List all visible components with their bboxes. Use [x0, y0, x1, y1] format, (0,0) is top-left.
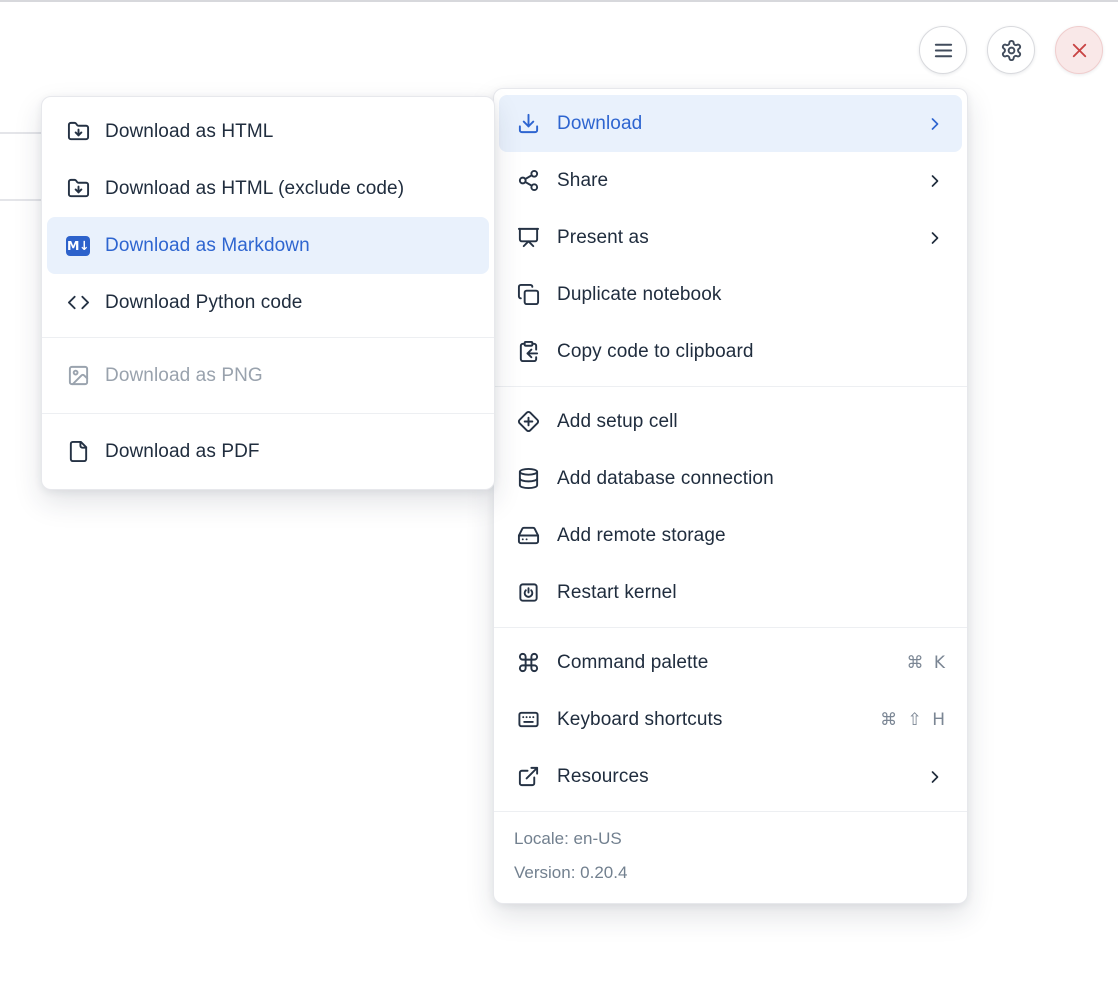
version-text: Version: 0.20.4	[514, 856, 947, 890]
menu-item-add-setup-cell[interactable]: Add setup cell	[499, 393, 962, 450]
markdown-icon: M↓	[66, 234, 90, 258]
folder-down-icon	[66, 120, 90, 144]
menu-item-download-as-html-exclude-code[interactable]: Download as HTML (exclude code)	[47, 160, 489, 217]
menu-button[interactable]	[919, 26, 967, 74]
menu-item-add-database-connection[interactable]: Add database connection	[499, 450, 962, 507]
menu-item-label: Present as	[557, 227, 649, 249]
menu-item-copy-code[interactable]: Copy code to clipboard	[499, 323, 962, 380]
share-icon	[516, 169, 540, 193]
menu-item-label: Add setup cell	[557, 411, 678, 433]
menu-item-duplicate-notebook[interactable]: Duplicate notebook	[499, 266, 962, 323]
menu-item-label: Resources	[557, 766, 649, 788]
menu-item-label: Copy code to clipboard	[557, 341, 754, 363]
menu-item-label: Add remote storage	[557, 525, 726, 547]
menu-item-keyboard-shortcuts[interactable]: Keyboard shortcuts ⌘ ⇧ H	[499, 691, 962, 748]
chevron-right-icon	[925, 767, 945, 787]
menu-item-label: Keyboard shortcuts	[557, 709, 723, 731]
menu-item-label: Add database connection	[557, 468, 774, 490]
keyboard-shortcut-hint: ⌘ ⇧ H	[880, 710, 945, 730]
clipboard-copy-icon	[516, 340, 540, 364]
markdown-badge: M↓	[66, 236, 90, 256]
menu-item-label: Download Python code	[105, 292, 302, 314]
menu-item-share[interactable]: Share	[499, 152, 962, 209]
gear-icon	[1000, 39, 1023, 62]
close-button[interactable]	[1055, 26, 1103, 74]
external-link-icon	[516, 765, 540, 789]
chevron-right-icon	[925, 228, 945, 248]
menu-item-download-python-code[interactable]: Download Python code	[47, 274, 489, 331]
menu-item-label: Download as HTML (exclude code)	[105, 178, 404, 200]
menu-item-command-palette[interactable]: Command palette ⌘ K	[499, 634, 962, 691]
close-icon	[1068, 39, 1091, 62]
image-icon	[66, 364, 90, 388]
file-icon	[66, 440, 90, 464]
keyboard-shortcut-hint: ⌘ K	[906, 653, 945, 673]
locale-text: Locale: en-US	[514, 822, 947, 856]
menu-item-label: Download as PDF	[105, 441, 260, 463]
menu-item-add-remote-storage[interactable]: Add remote storage	[499, 507, 962, 564]
page-top-border	[0, 0, 1118, 2]
folder-down-icon	[66, 177, 90, 201]
command-icon	[516, 651, 540, 675]
menu-item-download-as-pdf[interactable]: Download as PDF	[47, 423, 489, 480]
keyboard-icon	[516, 708, 540, 732]
menu-item-label: Download as PNG	[105, 365, 263, 387]
menu-item-resources[interactable]: Resources	[499, 748, 962, 805]
download-icon	[516, 112, 540, 136]
database-icon	[516, 467, 540, 491]
background-cell-border	[0, 132, 44, 134]
presentation-icon	[516, 226, 540, 250]
chevron-right-icon	[925, 171, 945, 191]
menu-footer: Locale: en-US Version: 0.20.4	[494, 811, 967, 903]
menu-item-download-as-markdown[interactable]: M↓ Download as Markdown	[47, 217, 489, 274]
hard-drive-icon	[516, 524, 540, 548]
download-submenu: Download as HTML Download as HTML (exclu…	[41, 96, 495, 490]
menu-item-label: Command palette	[557, 652, 708, 674]
background-cell-border	[0, 199, 44, 201]
menu-item-download-as-html[interactable]: Download as HTML	[47, 103, 489, 160]
duplicate-icon	[516, 283, 540, 307]
notebook-actions-menu: Download Share Present as	[493, 88, 968, 904]
menu-item-label: Download as Markdown	[105, 235, 310, 257]
chevron-right-icon	[925, 114, 945, 134]
menu-item-present-as[interactable]: Present as	[499, 209, 962, 266]
menu-item-label: Download as HTML	[105, 121, 273, 143]
hamburger-icon	[932, 39, 955, 62]
menu-item-download[interactable]: Download	[499, 95, 962, 152]
menu-item-label: Share	[557, 170, 608, 192]
code-icon	[66, 291, 90, 315]
settings-button[interactable]	[987, 26, 1035, 74]
menu-item-restart-kernel[interactable]: Restart kernel	[499, 564, 962, 621]
power-icon	[516, 581, 540, 605]
menu-item-label: Download	[557, 113, 642, 135]
menu-item-label: Restart kernel	[557, 582, 677, 604]
menu-item-download-as-png[interactable]: Download as PNG	[47, 347, 489, 404]
menu-item-label: Duplicate notebook	[557, 284, 721, 306]
diamond-plus-icon	[516, 410, 540, 434]
